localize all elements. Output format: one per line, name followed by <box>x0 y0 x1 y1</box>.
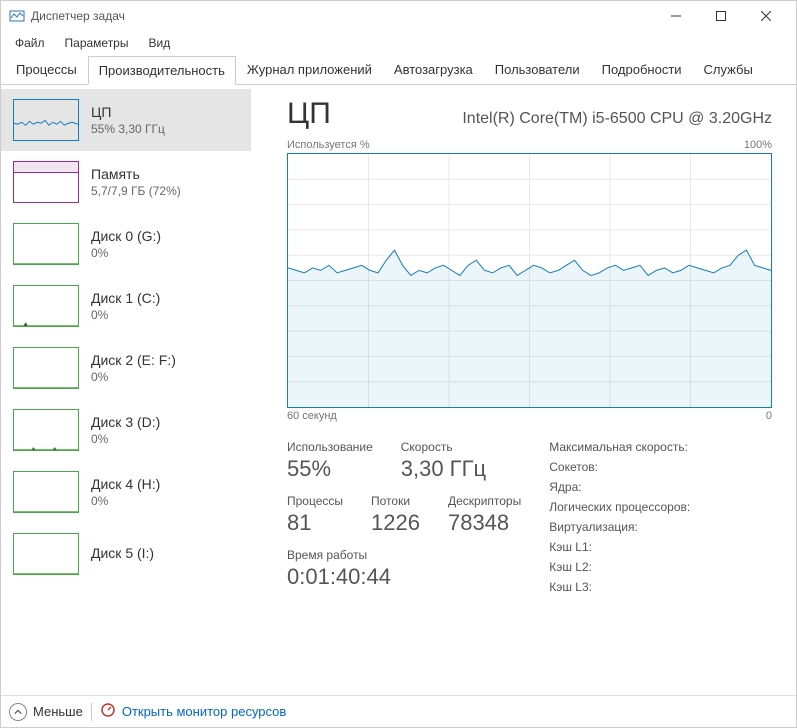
tab-startup[interactable]: Автозагрузка <box>383 55 484 84</box>
tab-services[interactable]: Службы <box>693 55 764 84</box>
content-area: ЦП 55% 3,30 ГГц Память 5,7/7,9 ГБ (72%) … <box>1 85 796 695</box>
menubar: Файл Параметры Вид <box>1 31 796 55</box>
sidebar-item-sub: 0% <box>91 308 160 322</box>
sidebar-item-sub: 0% <box>91 246 161 260</box>
sidebar-item-title: Диск 0 (G:) <box>91 228 161 244</box>
spec-l2: Кэш L2: <box>549 560 690 574</box>
minimize-button[interactable] <box>653 1 698 31</box>
open-resource-monitor-link[interactable]: Открыть монитор ресурсов <box>100 702 286 721</box>
tab-performance[interactable]: Производительность <box>88 56 236 85</box>
spec-l1: Кэш L1: <box>549 540 690 554</box>
tab-app-history[interactable]: Журнал приложений <box>236 55 383 84</box>
disk-thumb <box>13 223 79 265</box>
cpu-model: Intel(R) Core(TM) i5-6500 CPU @ 3.20GHz <box>462 110 772 128</box>
spec-cores: Ядра: <box>549 480 690 494</box>
stat-handles: Дескрипторы 78348 <box>448 494 521 536</box>
sidebar-item-disk1[interactable]: Диск 1 (C:) 0% <box>1 275 251 337</box>
divider <box>91 703 92 721</box>
stat-utilization: Использование 55% <box>287 440 373 482</box>
menu-options[interactable]: Параметры <box>55 34 139 52</box>
cpu-thumb <box>13 99 79 141</box>
sidebar-item-title: ЦП <box>91 104 165 120</box>
disk-thumb <box>13 347 79 389</box>
sidebar-item-sub: 5,7/7,9 ГБ (72%) <box>91 184 181 198</box>
menu-file[interactable]: Файл <box>5 34 55 52</box>
cpu-header: ЦП Intel(R) Core(TM) i5-6500 CPU @ 3.20G… <box>287 97 772 131</box>
sidebar-item-disk3[interactable]: Диск 3 (D:) 0% <box>1 399 251 461</box>
stats-row: Использование 55% Скорость 3,30 ГГц Проц… <box>287 440 772 594</box>
sidebar-item-sub: 0% <box>91 370 176 384</box>
sidebar-item-disk2[interactable]: Диск 2 (E: F:) 0% <box>1 337 251 399</box>
sidebar-item-sub: 0% <box>91 432 160 446</box>
tab-strip: Процессы Производительность Журнал прило… <box>1 55 796 85</box>
stat-threads: Потоки 1226 <box>371 494 420 536</box>
resource-monitor-icon <box>100 702 116 721</box>
spec-virtualization: Виртуализация: <box>549 520 690 534</box>
performance-sidebar[interactable]: ЦП 55% 3,30 ГГц Память 5,7/7,9 ГБ (72%) … <box>1 85 251 695</box>
sidebar-item-disk0[interactable]: Диск 0 (G:) 0% <box>1 213 251 275</box>
titlebar: Диспетчер задач <box>1 1 796 31</box>
app-icon <box>9 8 25 24</box>
chart-label-top-right: 100% <box>744 139 772 151</box>
chart-bottom-labels: 60 секунд 0 <box>287 410 772 422</box>
sidebar-item-title: Диск 1 (C:) <box>91 290 160 306</box>
sidebar-item-title: Память <box>91 166 181 182</box>
chart-label-top-left: Используется % <box>287 139 370 151</box>
stats-right: Максимальная скорость: Сокетов: Ядра: Ло… <box>549 440 690 594</box>
sidebar-item-disk4[interactable]: Диск 4 (H:) 0% <box>1 461 251 523</box>
close-button[interactable] <box>743 1 788 31</box>
sidebar-item-sub: 55% 3,30 ГГц <box>91 122 165 136</box>
disk-thumb <box>13 533 79 575</box>
sidebar-item-sub: 0% <box>91 494 160 508</box>
stat-uptime: Время работы 0:01:40:44 <box>287 548 521 590</box>
spec-max-speed: Максимальная скорость: <box>549 440 690 454</box>
main-panel: ЦП Intel(R) Core(TM) i5-6500 CPU @ 3.20G… <box>251 85 796 695</box>
stat-processes: Процессы 81 <box>287 494 343 536</box>
sidebar-item-disk5[interactable]: Диск 5 (I:) <box>1 523 251 585</box>
sidebar-item-title: Диск 2 (E: F:) <box>91 352 176 368</box>
sidebar-item-memory[interactable]: Память 5,7/7,9 ГБ (72%) <box>1 151 251 213</box>
cpu-utilization-chart[interactable] <box>287 153 772 408</box>
tab-users[interactable]: Пользователи <box>484 55 591 84</box>
disk-thumb <box>13 285 79 327</box>
sidebar-item-cpu[interactable]: ЦП 55% 3,30 ГГц <box>1 89 251 151</box>
tab-details[interactable]: Подробности <box>591 55 693 84</box>
memory-thumb <box>13 161 79 203</box>
window-title: Диспетчер задач <box>31 9 653 23</box>
tab-processes[interactable]: Процессы <box>5 55 88 84</box>
sidebar-item-title: Диск 4 (H:) <box>91 476 160 492</box>
sidebar-item-title: Диск 5 (I:) <box>91 545 154 561</box>
cpu-heading: ЦП <box>287 97 331 131</box>
spec-logical: Логических процессоров: <box>549 500 690 514</box>
disk-thumb <box>13 409 79 451</box>
chevron-up-icon <box>9 703 27 721</box>
window-controls <box>653 1 788 31</box>
sidebar-item-title: Диск 3 (D:) <box>91 414 160 430</box>
spec-l3: Кэш L3: <box>549 580 690 594</box>
spec-sockets: Сокетов: <box>549 460 690 474</box>
menu-view[interactable]: Вид <box>138 34 180 52</box>
disk-thumb <box>13 471 79 513</box>
stat-speed: Скорость 3,30 ГГц <box>401 440 486 482</box>
chart-top-labels: Используется % 100% <box>287 139 772 151</box>
stats-left: Использование 55% Скорость 3,30 ГГц Проц… <box>287 440 521 594</box>
bottombar: Меньше Открыть монитор ресурсов <box>1 695 796 727</box>
chart-label-bottom-left: 60 секунд <box>287 410 337 422</box>
fewer-details-button[interactable]: Меньше <box>9 703 83 721</box>
maximize-button[interactable] <box>698 1 743 31</box>
chart-label-bottom-right: 0 <box>766 410 772 422</box>
